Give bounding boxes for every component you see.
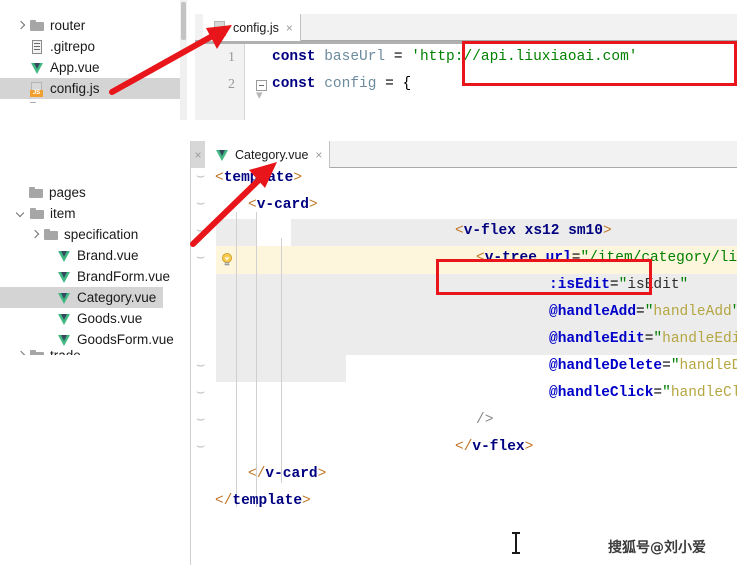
code-line-selfclose: /> bbox=[476, 412, 494, 428]
tab-category-vue[interactable]: Category.vue × bbox=[205, 141, 331, 168]
watermark-text: 搜狐号@刘小爱 bbox=[608, 540, 706, 556]
js-file-icon bbox=[29, 81, 45, 97]
code-line-handleadd: @handleAdd="handleAdd" bbox=[549, 304, 737, 320]
tree-item-goodsform-vue[interactable]: GoodsForm.vue bbox=[0, 329, 186, 350]
code-line-vflex-close: </v-flex> bbox=[455, 439, 534, 455]
tree-item-label: GoodsForm.vue bbox=[77, 331, 174, 347]
tree-item-goods-vue[interactable]: Goods.vue bbox=[0, 308, 186, 329]
vue-file-icon bbox=[56, 269, 72, 285]
vue-file-icon bbox=[56, 311, 72, 327]
tree-item-label: item bbox=[50, 205, 76, 221]
folder-icon bbox=[43, 227, 59, 243]
indent-guide bbox=[281, 238, 282, 483]
tree-item-label: Category.vue bbox=[77, 289, 157, 305]
tab-label: Category.vue bbox=[235, 147, 309, 162]
tab-config-js[interactable]: config.js × bbox=[203, 14, 301, 41]
fold-bracket-icon[interactable]: ⌣ bbox=[196, 169, 205, 185]
tree-item-label: trade bbox=[50, 349, 81, 355]
tree-item-label: BrandForm.vue bbox=[77, 268, 171, 284]
editor-window-category-vue[interactable]: × Category.vue × ⌣ ⌣ ⌣ ⌣ ⌣ ⌣ ⌣ ⌣ <templa… bbox=[190, 141, 737, 565]
tab-ghost-close-icon[interactable]: × bbox=[191, 141, 205, 168]
tree-item-pages[interactable]: pages bbox=[0, 182, 186, 203]
code-line-vcard-open: <v-card> bbox=[248, 197, 318, 213]
horizontal-scroll-track[interactable] bbox=[195, 41, 737, 44]
tree-scrollbar-track[interactable] bbox=[180, 0, 187, 120]
tree-item-label: App.vue bbox=[50, 59, 100, 75]
tree-item-label: specification bbox=[64, 226, 139, 242]
fold-bracket-icon[interactable]: ⌣ bbox=[196, 196, 205, 212]
tree-item-label: config.js bbox=[50, 80, 100, 96]
fold-bracket-icon[interactable]: ⌣ bbox=[196, 412, 205, 428]
code-row-bg bbox=[256, 219, 291, 246]
folder-icon bbox=[29, 18, 45, 34]
code-line-2: const config = { bbox=[272, 76, 412, 92]
fold-bracket-icon[interactable]: ⌣ bbox=[196, 439, 205, 455]
tree-item-clipped-bottom[interactable]: trade bbox=[0, 348, 186, 355]
folder-icon bbox=[29, 206, 45, 222]
tree-item-label: Goods.vue bbox=[77, 310, 143, 326]
tree-item-label: router bbox=[50, 17, 86, 33]
vue-file-icon bbox=[56, 332, 72, 348]
tree-item-config-js[interactable]: config.js bbox=[0, 78, 186, 99]
tree-scrollbar-thumb[interactable] bbox=[181, 2, 186, 40]
tree-item-app-vue[interactable]: App.vue bbox=[0, 57, 186, 78]
indent-guide bbox=[256, 212, 257, 507]
line-number: 1 bbox=[228, 50, 235, 65]
tree-item-item[interactable]: item bbox=[0, 203, 186, 224]
indent-guide bbox=[236, 212, 237, 507]
lightbulb-intention-icon[interactable] bbox=[219, 252, 235, 268]
js-file-icon bbox=[212, 20, 228, 36]
code-area-config-js[interactable]: 1 2 ▾ const baseUrl = 'http://api.liuxia… bbox=[195, 41, 737, 120]
code-line-handleedit: @handleEdit="handleEdit" bbox=[549, 331, 737, 347]
editor-tabbar-top[interactable]: config.js × bbox=[195, 14, 737, 41]
code-line-template-close: </template> bbox=[215, 493, 311, 509]
chevron-right-icon[interactable] bbox=[14, 19, 28, 33]
tree-item-brandform-vue[interactable]: BrandForm.vue bbox=[0, 266, 186, 287]
vue-file-icon bbox=[214, 147, 230, 163]
tree-item-gitrepo[interactable]: .gitrepo bbox=[0, 36, 186, 57]
editor-tabbar-bottom[interactable]: × Category.vue × bbox=[191, 141, 737, 168]
code-line-vflex: <v-flex xs12 sm10> bbox=[455, 223, 612, 239]
code-line-isedit: :isEdit="isEdit" bbox=[549, 277, 689, 293]
vue-file-icon bbox=[56, 290, 72, 306]
tree-item-category-vue[interactable]: Category.vue bbox=[0, 287, 163, 308]
fold-marker-arrow-icon: ▾ bbox=[256, 88, 263, 103]
fold-bracket-icon[interactable]: ⌣ bbox=[196, 385, 205, 401]
fold-bracket-icon[interactable]: ⌣ bbox=[196, 223, 205, 239]
chevron-down-icon[interactable] bbox=[14, 207, 28, 221]
tree-item-label: .gitrepo bbox=[50, 38, 96, 54]
code-line-1: const baseUrl = 'http://api.liuxiaoai.co… bbox=[272, 49, 638, 65]
tree-item-brand-vue[interactable]: Brand.vue bbox=[0, 245, 186, 266]
code-line-vcard-close: </v-card> bbox=[248, 466, 327, 482]
folder-icon bbox=[28, 185, 44, 201]
horizontal-scroll-thumb[interactable] bbox=[195, 41, 737, 44]
line-number: 2 bbox=[228, 77, 235, 92]
vue-file-icon bbox=[56, 248, 72, 264]
tree-item-label: Brand.vue bbox=[77, 247, 139, 263]
fold-bracket-icon[interactable]: ⌣ bbox=[196, 358, 205, 374]
close-icon[interactable]: × bbox=[286, 22, 293, 34]
file-tree-panel[interactable]: router .gitrepo App.vue config.js pages … bbox=[0, 0, 190, 565]
tree-item-clipped-top[interactable] bbox=[0, 97, 186, 103]
tab-label: config.js bbox=[233, 20, 279, 35]
code-line-handleclick: @handleClick="handleClick" bbox=[549, 385, 737, 401]
vue-file-icon bbox=[29, 60, 45, 76]
code-line-template-open: <template> bbox=[215, 170, 303, 186]
close-icon[interactable]: × bbox=[315, 149, 322, 161]
folder-icon bbox=[29, 100, 45, 103]
tree-item-specification[interactable]: specification bbox=[0, 224, 186, 245]
code-line-handledelete: @handleDelete="handleDelete" bbox=[549, 358, 737, 374]
code-line-vtree: <v-tree url="/item/category/list" bbox=[476, 250, 737, 266]
file-icon bbox=[29, 39, 45, 55]
code-area-category-vue[interactable]: ⌣ ⌣ ⌣ ⌣ ⌣ ⌣ ⌣ ⌣ <template> <v-card> <v-f… bbox=[191, 168, 737, 565]
fold-bracket-icon[interactable]: ⌣ bbox=[196, 250, 205, 266]
chevron-right-icon[interactable] bbox=[14, 349, 28, 356]
tree-item-router[interactable]: router bbox=[0, 15, 186, 36]
folder-icon bbox=[29, 348, 45, 355]
editor-window-config-js[interactable]: config.js × 1 2 ▾ const baseUrl = 'http:… bbox=[195, 14, 737, 120]
chevron-right-icon[interactable] bbox=[28, 228, 42, 242]
code-row-bg bbox=[256, 246, 291, 274]
tree-item-label: pages bbox=[49, 184, 86, 200]
